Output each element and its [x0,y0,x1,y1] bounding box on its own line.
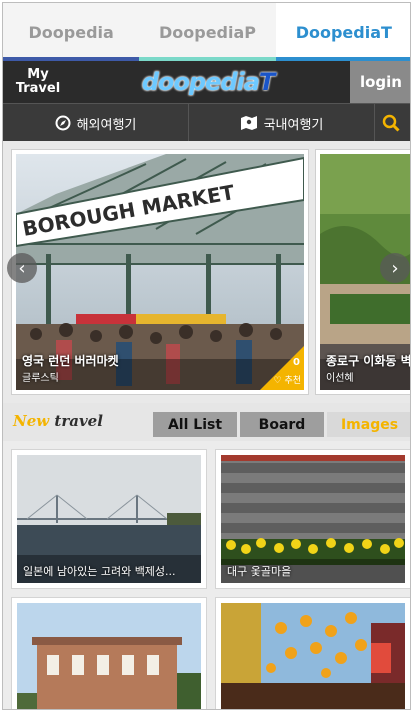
grid-item[interactable] [11,597,207,709]
bridge-photo: 일본에 남아있는 고려와 백제성... [17,455,201,583]
grid-caption: 일본에 남아있는 고려와 백제성... [23,565,176,578]
section-title-rest: travel [49,412,103,430]
nav-overseas[interactable]: 해외여행기 [3,104,189,142]
section-title-new: New [13,412,50,430]
tab-images[interactable]: Images [327,412,410,437]
building-illustration [17,603,201,709]
recommend-count: 0 [293,357,300,368]
recommend-label: ♡ 추천 [273,376,302,386]
image-grid: 일본에 남아있는 고려와 백제성... 대구 옻골마을 [3,441,410,709]
grid-item[interactable]: 대구 옻골마을 [215,449,410,589]
carousel-next-button[interactable]: › [380,253,410,283]
chevron-left-icon: ‹ [18,257,26,279]
lantern-illustration [221,603,405,709]
nav-domestic-label: 국내여행기 [263,117,324,133]
featured-carousel[interactable]: BOROUGH MARKET 영국 런던 버러마켓 글루스틱 0 ♡ 추천 종로… [3,141,411,403]
lantern-street-photo [221,603,405,709]
tab-doopediat-label: DoopediaT [295,22,392,42]
carousel-author: 글루스틱 [22,373,59,384]
logo-prefix: doopedia [141,68,260,96]
travel-nav: 해외여행기 국내여행기 [3,103,410,142]
grid-item[interactable] [215,597,410,709]
recommend-label-text: 추천 [284,376,301,386]
historic-building-photo [17,603,201,709]
brand-tabs: Doopedia DoopediaP DoopediaT [3,3,410,61]
tab-all-list[interactable]: All List [153,412,237,437]
recommend-badge[interactable]: 0 ♡ 추천 [260,346,304,390]
doopedia-t-logo[interactable]: doopediaT [141,66,276,98]
compass-icon [55,115,71,131]
carousel-title: 영국 런던 버러마켓 [22,354,119,368]
borough-market-photo: BOROUGH MARKET 영국 런던 버러마켓 글루스틱 0 ♡ 추천 [16,154,304,390]
tab-doopediap-label: DoopediaP [158,22,256,42]
app-frame: Doopedia DoopediaP DoopediaT My Travel d… [2,2,411,710]
my-travel-line1: My [27,67,49,82]
nav-overseas-label: 해외여행기 [76,117,137,133]
my-travel-line2: Travel [15,81,61,96]
tab-doopedia-label: Doopedia [28,22,114,42]
new-travel-section: New travel All List Board Images [3,403,410,441]
carousel-caption: 종로구 이화동 벽 이선혜 [326,352,411,384]
carousel-card[interactable]: BOROUGH MARKET 영국 런던 버러마켓 글루스틱 0 ♡ 추천 [11,149,309,395]
app-header: My Travel doopediaT login [3,61,410,103]
stone-wall-photo: 대구 옻골마을 [221,455,405,583]
tab-board[interactable]: Board [240,412,324,437]
logo-suffix: T [258,68,275,96]
search-button[interactable] [375,104,410,142]
search-icon [382,114,400,132]
section-title: New travel [13,412,103,430]
chevron-right-icon: › [391,257,399,279]
tab-doopedia[interactable]: Doopedia [3,3,140,61]
carousel-author: 이선혜 [326,373,354,384]
grid-caption: 대구 옻골마을 [227,565,292,578]
tab-doopediat[interactable]: DoopediaT [275,3,410,61]
login-button[interactable]: login [350,61,410,103]
carousel-title: 종로구 이화동 벽 [326,354,411,368]
nav-domestic[interactable]: 국내여행기 [189,104,375,142]
carousel-prev-button[interactable]: ‹ [7,253,37,283]
carousel-caption: 영국 런던 버러마켓 글루스틱 [22,352,119,384]
grid-item[interactable]: 일본에 남아있는 고려와 백제성... [11,449,207,589]
map-pin-icon [240,116,257,130]
logo-text: doopediaT [141,68,276,96]
my-travel-button[interactable]: My Travel [3,61,73,103]
tab-doopediap[interactable]: DoopediaP [139,3,276,61]
